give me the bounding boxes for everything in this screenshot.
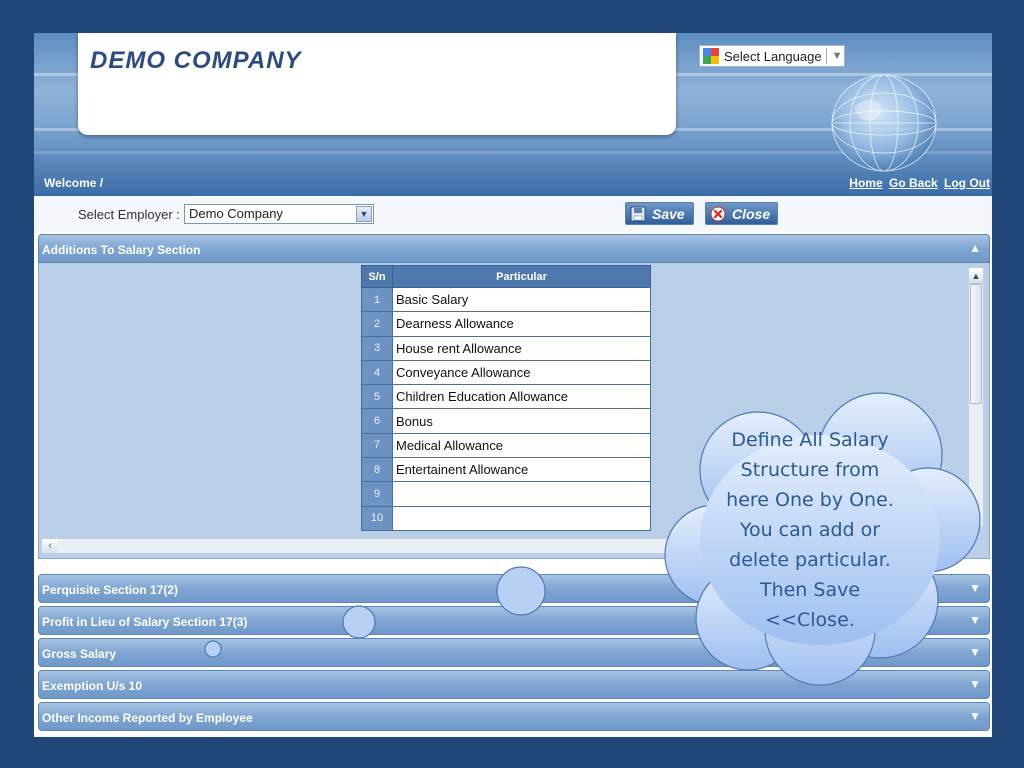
scrollbar-thumb[interactable] (970, 284, 982, 404)
particular-cell[interactable] (392, 505, 651, 531)
scroll-up-icon[interactable]: ▲ (969, 268, 983, 284)
row-number: 6 (361, 408, 393, 434)
particular-column-header: Particular (392, 265, 651, 288)
table-row: 3 House rent Allowance (361, 335, 651, 361)
particular-cell[interactable]: Medical Allowance (392, 432, 651, 459)
callout-line: Then Save (759, 579, 861, 601)
table-row: 7 Medical Allowance (361, 432, 651, 459)
other-income-section-title: Other Income Reported by Employee (42, 711, 253, 725)
callout-line: Structure from (740, 459, 880, 481)
red-x-icon (710, 206, 726, 222)
scroll-left-icon[interactable]: ‹ (42, 539, 58, 553)
chevron-down-icon[interactable]: ▼ (356, 206, 372, 222)
row-number: 2 (361, 311, 393, 337)
particular-cell[interactable]: Children Education Allowance (392, 384, 651, 410)
additions-section-title: Additions To Salary Section (42, 243, 201, 257)
particular-cell[interactable]: Basic Salary (392, 286, 651, 313)
logo-panel: DEMO COMPANY (78, 33, 676, 135)
row-number: 8 (361, 457, 393, 483)
callout-line: <<Close. (765, 609, 855, 631)
table-row: 9 (361, 481, 651, 507)
home-link[interactable]: Home (849, 176, 882, 190)
particular-cell[interactable]: Bonus (392, 408, 651, 434)
table-row: 2 Dearness Allowance (361, 311, 651, 337)
perquisite-section-title: Perquisite Section 17(2) (42, 583, 179, 597)
floppy-disk-icon (630, 206, 646, 222)
employer-bar: Select Employer : Demo Company ▼ Save Cl… (34, 196, 992, 232)
google-translate-icon (703, 48, 719, 64)
particular-cell[interactable]: Conveyance Allowance (392, 359, 651, 386)
row-number: 7 (361, 432, 393, 459)
table-row: 4 Conveyance Allowance (361, 359, 651, 386)
gross-salary-section-title: Gross Salary (42, 647, 117, 661)
welcome-text: Welcome / (44, 176, 104, 190)
table-row: 1 Basic Salary (361, 286, 651, 313)
particular-cell[interactable]: Entertainent Allowance (392, 457, 651, 483)
other-income-section-header[interactable]: Other Income Reported by Employee ▼ (38, 702, 990, 731)
sn-column-header: S/n (361, 265, 393, 288)
top-links: Home Go Back Log Out (846, 176, 990, 190)
save-button-label: Save (652, 205, 685, 222)
table-row: 6 Bonus (361, 408, 651, 434)
exemption-section-title: Exemption U/s 10 (42, 679, 143, 693)
close-button[interactable]: Close (705, 202, 778, 225)
chevron-up-icon[interactable]: ▲ (969, 241, 981, 255)
exemption-section-header[interactable]: Exemption U/s 10 ▼ (38, 670, 990, 699)
callout-line: here One by One. (726, 489, 894, 511)
callout-line: Define All Salary (731, 429, 889, 451)
go-back-link[interactable]: Go Back (889, 176, 938, 190)
row-number: 9 (361, 481, 393, 507)
log-out-link[interactable]: Log Out (944, 176, 990, 190)
gross-salary-section-header[interactable]: Gross Salary ▼ (38, 638, 990, 667)
horizontal-scrollbar[interactable]: ‹ (41, 538, 681, 554)
company-title: DEMO COMPANY (90, 47, 302, 74)
row-number: 5 (361, 384, 393, 410)
callout-line: You can add or (739, 519, 881, 541)
table-row: 5 Children Education Allowance (361, 384, 651, 410)
table-row: 8 Entertainent Allowance (361, 457, 651, 483)
additions-section-header[interactable]: Additions To Salary Section ▲ (38, 234, 990, 263)
chevron-down-icon[interactable]: ▼ (969, 709, 981, 723)
row-number: 10 (361, 505, 393, 531)
chevron-down-icon[interactable]: ▼ (969, 645, 981, 659)
row-number: 1 (361, 286, 393, 313)
employer-select-value: Demo Company (189, 206, 283, 221)
row-number: 4 (361, 359, 393, 386)
vertical-scrollbar[interactable]: ▲ (968, 267, 984, 527)
chevron-down-icon[interactable]: ▼ (969, 677, 981, 691)
close-button-label: Close (732, 205, 771, 222)
employer-select[interactable]: Demo Company ▼ (184, 204, 374, 224)
callout-text: Define All Salary Structure from here On… (700, 425, 920, 635)
particular-cell[interactable]: Dearness Allowance (392, 311, 651, 337)
header-banner: DEMO COMPANY Select Language ▼ Welcome /… (34, 33, 992, 196)
chevron-down-icon[interactable]: ▼ (969, 581, 981, 595)
salary-table: S/n Particular 1 Basic Salary 2 Dearness A… (361, 265, 651, 531)
chevron-down-icon[interactable]: ▼ (969, 613, 981, 627)
row-number: 3 (361, 335, 393, 361)
save-button[interactable]: Save (625, 202, 694, 225)
table-row: 10 (361, 505, 651, 531)
callout-line: delete particular. (729, 549, 891, 571)
particular-cell[interactable] (392, 481, 651, 507)
particular-cell[interactable]: House rent Allowance (392, 335, 651, 361)
employer-label: Select Employer : (78, 207, 180, 222)
globe-graphic (831, 74, 937, 172)
profit-section-title: Profit in Lieu of Salary Section 17(3) (42, 615, 248, 629)
